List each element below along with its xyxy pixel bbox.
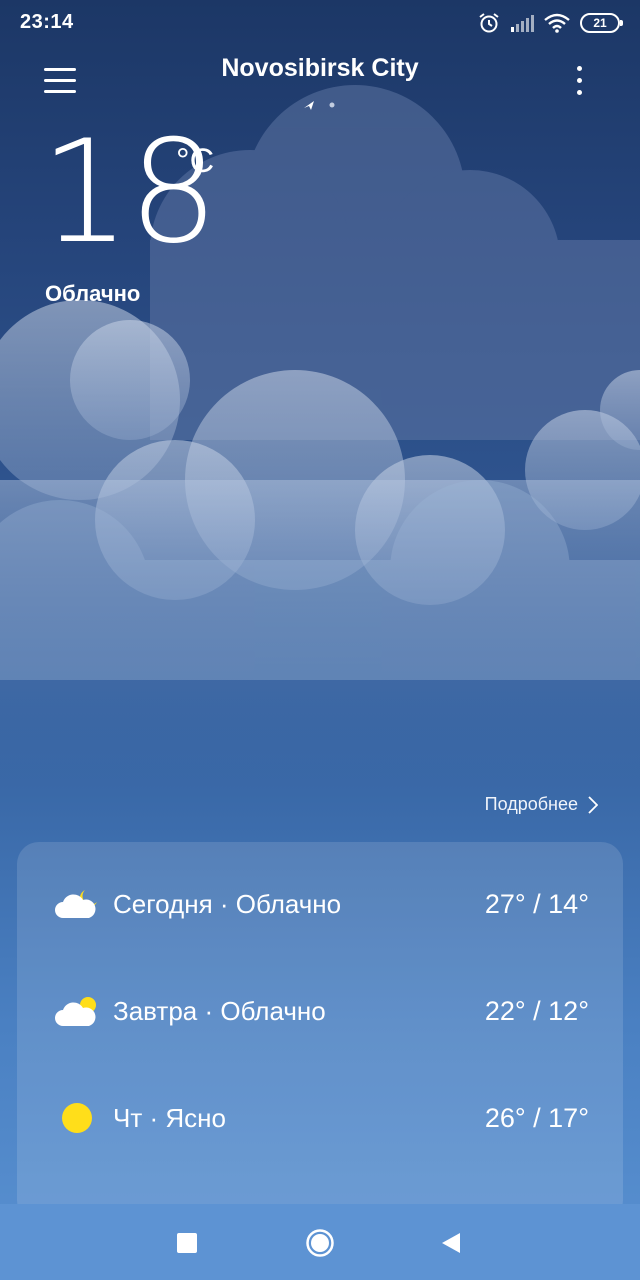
status-icons: 21 <box>478 10 623 36</box>
forecast-label: Завтра · Облачно <box>113 995 326 1026</box>
forecast-row-today[interactable]: Сегодня · Облачно 27° / 14° <box>17 874 623 934</box>
details-link[interactable]: Подробнее <box>485 794 598 815</box>
forecast-label: Сегодня · Облачно <box>113 888 342 919</box>
alarm-icon <box>479 13 499 33</box>
location-arrow-icon <box>304 101 314 110</box>
temperature-unit: °C <box>176 142 215 180</box>
forecast-row-thursday[interactable]: Чт · Ясно 26° / 17° <box>17 1088 623 1148</box>
forecast-card[interactable]: Сегодня · Облачно 27° / 14° Завтра · Обл… <box>17 842 623 1222</box>
current-condition: Облачно <box>45 281 141 306</box>
home-button[interactable] <box>305 1228 335 1258</box>
forecast-range: 26° / 17° <box>484 1102 589 1133</box>
back-button[interactable] <box>440 1231 462 1255</box>
status-time: 23:14 <box>20 11 74 33</box>
forecast-range: 22° / 12° <box>484 995 589 1026</box>
navigation-bar <box>0 1204 640 1280</box>
forecast-label: Чт · Ясно <box>113 1102 226 1133</box>
city-title[interactable]: Novosibirsk City <box>0 54 640 83</box>
recents-button[interactable] <box>176 1232 198 1254</box>
sun-icon <box>62 1103 92 1133</box>
forecast-range: 27° / 14° <box>484 888 589 919</box>
forecast-row-tomorrow[interactable]: Завтра · Облачно 22° / 12° <box>17 981 623 1041</box>
details-label: Подробнее <box>484 794 578 814</box>
chevron-right-icon <box>588 795 598 814</box>
signal-icon <box>511 15 534 32</box>
partly-cloudy-icon <box>55 997 96 1026</box>
battery-icon: 21 <box>580 13 623 33</box>
wifi-icon <box>544 13 570 33</box>
cloudy-night-icon <box>55 890 97 918</box>
location-pager <box>304 101 335 110</box>
status-bar: 23:14 21 <box>0 0 640 44</box>
battery-level: 21 <box>593 16 607 30</box>
page-dot <box>329 102 335 108</box>
more-vertical-icon[interactable] <box>566 66 592 102</box>
